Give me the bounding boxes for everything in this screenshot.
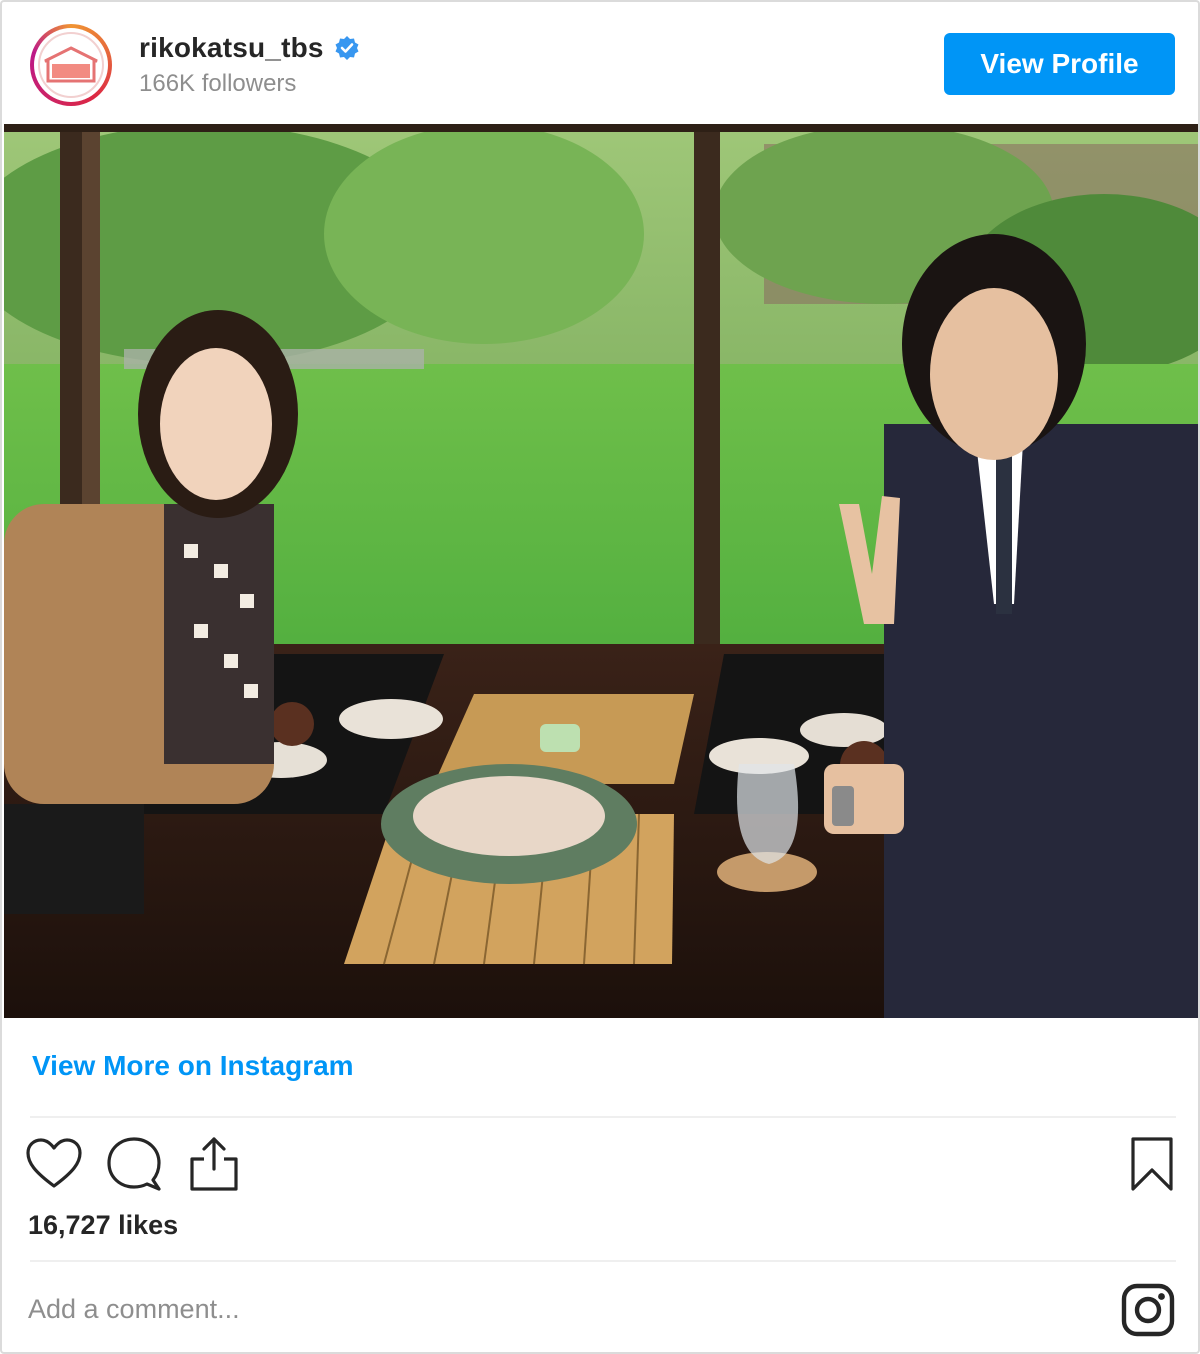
comment-icon[interactable]: [104, 1134, 164, 1194]
instagram-icon[interactable]: [1120, 1282, 1176, 1338]
dinner-photo: [4, 124, 1198, 1018]
bookmark-icon[interactable]: [1122, 1134, 1182, 1194]
avatar[interactable]: [30, 24, 112, 106]
post-photo[interactable]: [4, 124, 1198, 1018]
action-bar: [24, 1134, 1174, 1194]
view-profile-button[interactable]: View Profile: [944, 33, 1175, 95]
instagram-embed-card: rikokatsu_tbs 166K followers View Profil…: [0, 0, 1200, 1354]
house-logo-icon: [44, 46, 98, 83]
avatar-logo: [38, 32, 104, 98]
comment-input[interactable]: Add a comment...: [28, 1294, 240, 1325]
like-count[interactable]: 16,727 likes: [28, 1210, 178, 1241]
share-icon[interactable]: [184, 1134, 244, 1194]
heart-icon[interactable]: [24, 1134, 84, 1194]
view-more-link[interactable]: View More on Instagram: [32, 1050, 354, 1082]
verified-badge-icon: [335, 36, 359, 60]
post-header: rikokatsu_tbs 166K followers View Profil…: [2, 2, 1198, 124]
divider: [30, 1260, 1176, 1262]
username[interactable]: rikokatsu_tbs: [139, 32, 324, 64]
divider: [30, 1116, 1176, 1118]
follower-count: 166K followers: [139, 70, 297, 97]
